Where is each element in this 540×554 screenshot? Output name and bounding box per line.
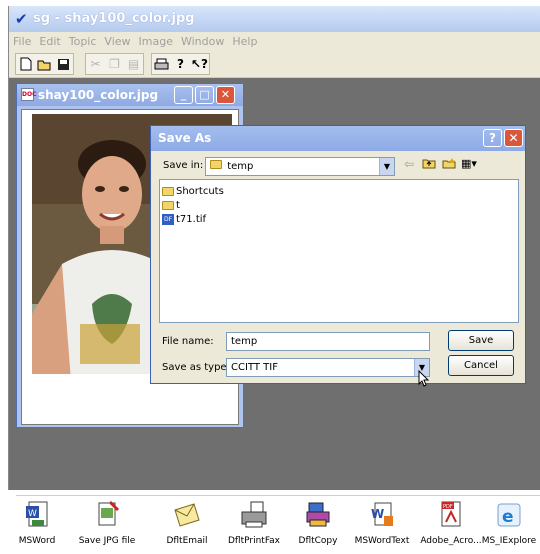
menu-view[interactable]: View — [100, 32, 134, 51]
file-name-field[interactable]: temp — [226, 332, 430, 351]
chevron-down-icon[interactable]: ▼ — [379, 158, 394, 175]
launcher-label: DfltCopy — [298, 536, 338, 546]
launcher-label: DfltEmail — [166, 536, 208, 546]
print-icon[interactable] — [152, 54, 171, 74]
list-item[interactable]: t — [162, 198, 516, 212]
svg-text:PDF: PDF — [443, 504, 453, 510]
document-icon: DOC — [21, 88, 36, 101]
launcher-label: MSWordText — [354, 536, 410, 546]
close-button[interactable]: ✕ — [216, 86, 235, 104]
launcher-item-email[interactable]: DfltEmail — [152, 500, 222, 554]
word-text-icon: W — [367, 500, 397, 530]
view-menu-icon[interactable]: ▦▾ — [461, 157, 477, 172]
save-icon[interactable] — [54, 54, 73, 74]
file-item-label: t71.tif — [176, 213, 207, 225]
folder-icon — [162, 186, 174, 196]
menu-topic[interactable]: Topic — [65, 32, 101, 51]
toolbar-file-group — [15, 53, 74, 75]
save-in-label: Save in: — [163, 160, 204, 171]
app-logo-icon: ✔ — [15, 10, 28, 28]
svg-text:W: W — [371, 507, 384, 521]
file-list[interactable]: Shortcuts t DF t71.tif — [159, 179, 519, 323]
back-icon[interactable]: ⇦ — [401, 157, 417, 172]
pdf-icon: PDF — [436, 500, 466, 530]
new-icon[interactable] — [16, 54, 35, 74]
cut-icon[interactable]: ✂ — [86, 54, 105, 74]
image-window-title: shay100_color.jpg — [38, 88, 159, 102]
menu-edit[interactable]: Edit — [35, 32, 64, 51]
save-in-combo[interactable]: temp ▼ — [205, 157, 395, 176]
launcher-item-wordtext[interactable]: W MSWordText — [347, 500, 417, 554]
save-type-label: Save as type: — [162, 362, 230, 373]
folder-icon — [210, 160, 222, 169]
menu-window[interactable]: Window — [177, 32, 228, 51]
copy-icon — [303, 500, 333, 530]
launcher-label: DfltPrintFax — [227, 536, 281, 546]
open-icon[interactable] — [35, 54, 54, 74]
up-folder-icon[interactable] — [421, 157, 437, 172]
launcher-item-save-jpg[interactable]: Save JPG file — [72, 500, 142, 554]
launcher-label: MSWord — [18, 536, 56, 546]
save-as-dialog: Save As ? ✕ Save in: temp ▼ ⇦ ▦▾ Shortcu… — [150, 125, 526, 384]
toolbar-help-group: ? ↖? — [151, 53, 210, 75]
list-item[interactable]: Shortcuts — [162, 184, 516, 198]
launcher-item-msword[interactable]: W MSWord — [2, 500, 72, 554]
context-help-icon[interactable]: ↖? — [190, 54, 209, 74]
tiff-file-icon: DF — [162, 213, 174, 225]
printer-fax-icon — [239, 500, 269, 530]
launcher-label: MS_IExplore — [481, 536, 537, 546]
svg-text:e: e — [502, 507, 514, 527]
new-folder-icon[interactable] — [441, 157, 457, 172]
dialog-help-button[interactable]: ? — [483, 129, 502, 147]
email-icon — [172, 500, 202, 530]
menu-image[interactable]: Image — [135, 32, 177, 51]
file-item-label: t — [176, 199, 180, 211]
mouse-cursor-icon — [418, 370, 430, 387]
toolbar-edit-group: ✂ ❐ ▤ — [85, 53, 144, 75]
save-in-value: temp — [227, 161, 254, 172]
menu-file[interactable]: File — [9, 32, 35, 51]
dialog-close-button[interactable]: ✕ — [504, 129, 523, 147]
file-item-label: Shortcuts — [176, 185, 224, 197]
help-icon[interactable]: ? — [171, 54, 190, 74]
paste-icon[interactable]: ▤ — [124, 54, 143, 74]
launcher-label: Save JPG file — [78, 536, 136, 546]
menu-help[interactable]: Help — [228, 32, 261, 51]
toolbar: ✂ ❐ ▤ ? ↖? — [9, 51, 540, 78]
app-title: sg - shay100_color.jpg — [33, 11, 195, 26]
ie-icon: e — [494, 500, 524, 530]
menu-bar: File Edit Topic View Image Window Help — [9, 32, 540, 51]
dialog-nav-toolbar: ⇦ ▦▾ — [401, 157, 477, 172]
svg-text:W: W — [28, 509, 37, 519]
list-item[interactable]: DF t71.tif — [162, 212, 516, 226]
file-name-label: File name: — [162, 336, 214, 347]
launcher-item-iexplore[interactable]: e MS_IExplore — [474, 500, 540, 554]
copy-icon[interactable]: ❐ — [105, 54, 124, 74]
folder-icon — [162, 200, 174, 210]
save-button[interactable]: Save — [448, 330, 514, 351]
dialog-title: Save As — [158, 131, 212, 145]
dialog-title-bar[interactable]: Save As ? ✕ — [151, 126, 525, 151]
launcher-item-printfax[interactable]: DfltPrintFax — [219, 500, 289, 554]
cancel-button[interactable]: Cancel — [448, 355, 514, 376]
launcher-strip: W MSWord Save JPG file DfltEmail DfltPri… — [16, 495, 540, 554]
launcher-item-copy[interactable]: DfltCopy — [283, 500, 353, 554]
save-jpg-icon — [92, 500, 122, 530]
image-window-title-bar[interactable]: DOC shay100_color.jpg _ □ ✕ — [17, 84, 243, 106]
save-type-value: CCITT TIF — [231, 362, 278, 373]
save-type-combo[interactable]: CCITT TIF ▼ — [226, 358, 430, 377]
minimize-button[interactable]: _ — [174, 86, 193, 104]
word-doc-icon: W — [22, 500, 52, 530]
maximize-button[interactable]: □ — [195, 86, 214, 104]
app-title-bar[interactable]: ✔ sg - shay100_color.jpg — [9, 6, 540, 32]
